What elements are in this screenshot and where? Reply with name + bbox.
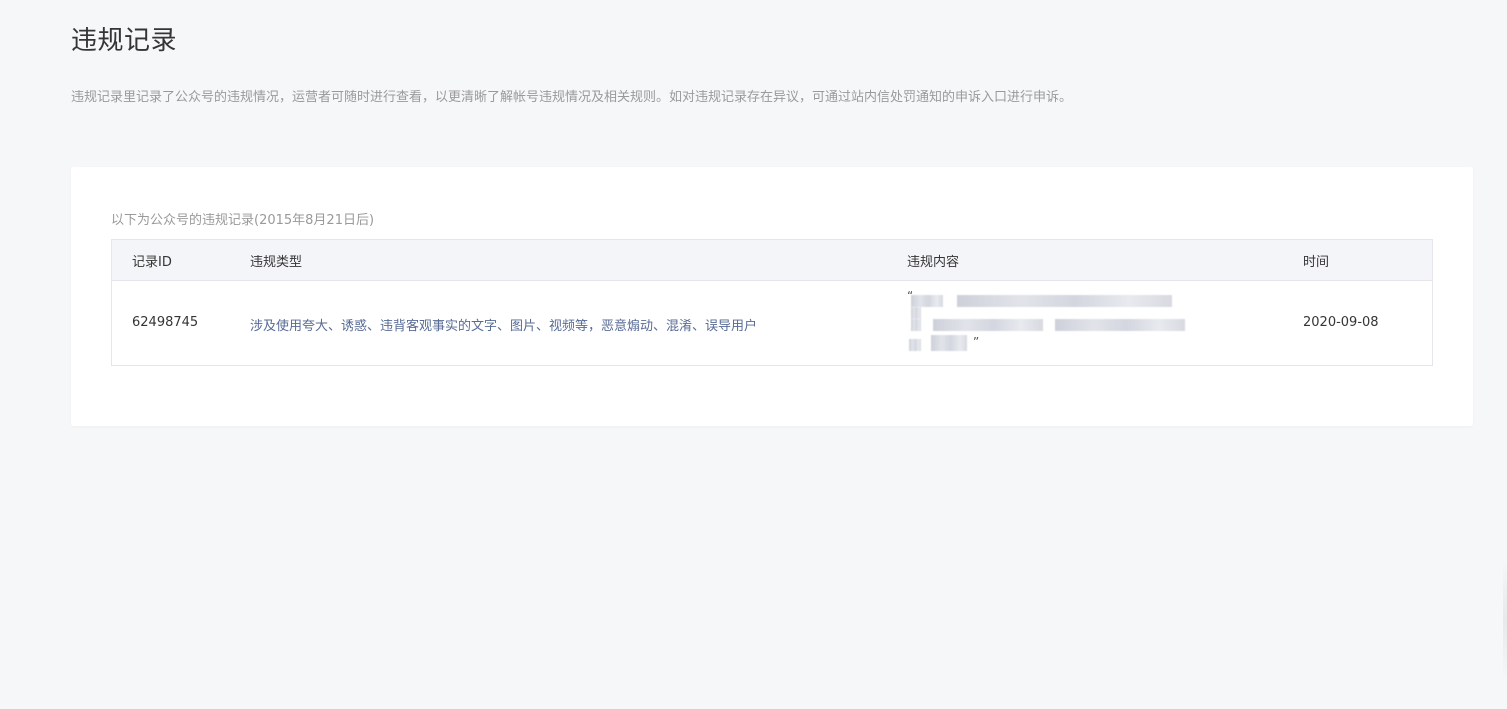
records-caption: 以下为公众号的违规记录(2015年8月21日后) xyxy=(111,213,375,228)
record-id: 62498745 xyxy=(132,315,199,330)
table-row: 62498745 涉及使用夸大、诱惑、违背客观事实的文字、图片、视频等，恶意煽动… xyxy=(112,281,1432,365)
records-table: 记录ID 违规类型 违规内容 时间 62498745 涉及使用夸大、诱惑、违背客… xyxy=(111,239,1433,366)
scroll-shadow xyxy=(1503,560,1507,680)
content-close-quote: ” xyxy=(973,335,980,349)
violation-type-link[interactable]: 涉及使用夸大、诱惑、违背客观事实的文字、图片、视频等，恶意煽动、混淆、误导用户 xyxy=(250,315,757,334)
column-header-id: 记录ID xyxy=(132,255,172,270)
column-header-type: 违规类型 xyxy=(250,255,303,270)
column-header-content: 违规内容 xyxy=(907,255,960,270)
record-time: 2020-09-08 xyxy=(1303,315,1379,330)
violation-records-page: 违规记录 违规记录里记录了公众号的违规情况，运营者可随时进行查看，以更清晰了解帐… xyxy=(0,0,1507,709)
violation-content-redacted: “ ” xyxy=(907,289,1197,355)
page-title: 违规记录 xyxy=(71,26,178,56)
records-card: 以下为公众号的违规记录(2015年8月21日后) 记录ID 违规类型 违规内容 … xyxy=(71,167,1473,426)
table-header: 记录ID 违规类型 违规内容 时间 xyxy=(112,240,1432,281)
page-description: 违规记录里记录了公众号的违规情况，运营者可随时进行查看，以更清晰了解帐号违规情况… xyxy=(71,90,1073,105)
column-header-time: 时间 xyxy=(1303,255,1330,270)
